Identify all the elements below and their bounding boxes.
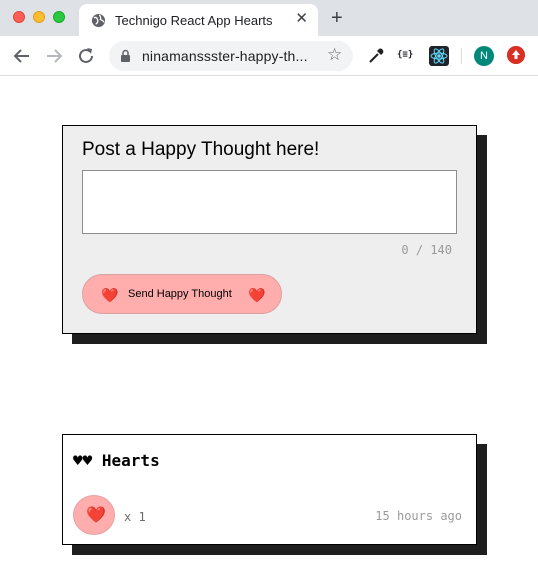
bookmark-star-icon[interactable]: ☆ — [327, 45, 342, 65]
send-button-label: Send Happy Thought — [128, 288, 232, 300]
profile-avatar[interactable]: N — [474, 46, 494, 66]
json-viewer-extension-icon[interactable]: {≡} — [397, 50, 417, 70]
thought-message: ♥♥ Hearts — [73, 451, 160, 470]
reload-icon[interactable] — [75, 45, 97, 67]
browser-tab-bar: Technigo React App Hearts ✕ + — [0, 0, 538, 36]
arrow-left-icon[interactable] — [11, 45, 33, 67]
close-tab-icon[interactable]: ✕ — [295, 11, 308, 27]
react-devtools-icon[interactable] — [429, 46, 449, 66]
minimize-window-button[interactable] — [33, 11, 45, 23]
lock-icon — [121, 49, 130, 62]
browser-tab[interactable]: Technigo React App Hearts ✕ — [79, 4, 318, 36]
heart-icon: ❤️ — [248, 287, 266, 303]
browser-toolbar: ninamanssster-happy-th... ☆ {≡} N — [0, 36, 538, 76]
heart-icon: ❤️ — [101, 287, 119, 303]
eyedropper-icon[interactable] — [366, 46, 386, 66]
thought-form-card: Post a Happy Thought here! 0 / 140 ❤️ Se… — [62, 125, 477, 334]
globe-icon — [91, 13, 106, 28]
arrow-right-icon[interactable] — [43, 45, 65, 67]
tab-title: Technigo React App Hearts — [115, 13, 273, 28]
send-happy-thought-button[interactable]: ❤️ Send Happy Thought ❤️ — [82, 274, 282, 314]
address-bar[interactable]: ninamanssster-happy-th... ☆ — [109, 41, 353, 71]
update-icon[interactable] — [507, 46, 525, 64]
maximize-window-button[interactable] — [53, 11, 65, 23]
heart-icon: ❤️ — [86, 507, 106, 524]
form-title: Post a Happy Thought here! — [82, 139, 320, 160]
thought-textarea[interactable] — [82, 170, 457, 234]
like-button[interactable]: ❤️ — [73, 495, 115, 535]
new-tab-button[interactable]: + — [331, 8, 343, 28]
character-counter: 0 / 140 — [401, 243, 452, 257]
url-text: ninamanssster-happy-th... — [142, 48, 308, 64]
thought-timestamp: 15 hours ago — [375, 509, 462, 523]
like-count: x 1 — [124, 510, 146, 524]
close-window-button[interactable] — [13, 11, 25, 23]
toolbar-divider — [461, 48, 462, 64]
thought-card: ♥♥ Hearts ❤️ x 1 15 hours ago — [62, 434, 477, 545]
